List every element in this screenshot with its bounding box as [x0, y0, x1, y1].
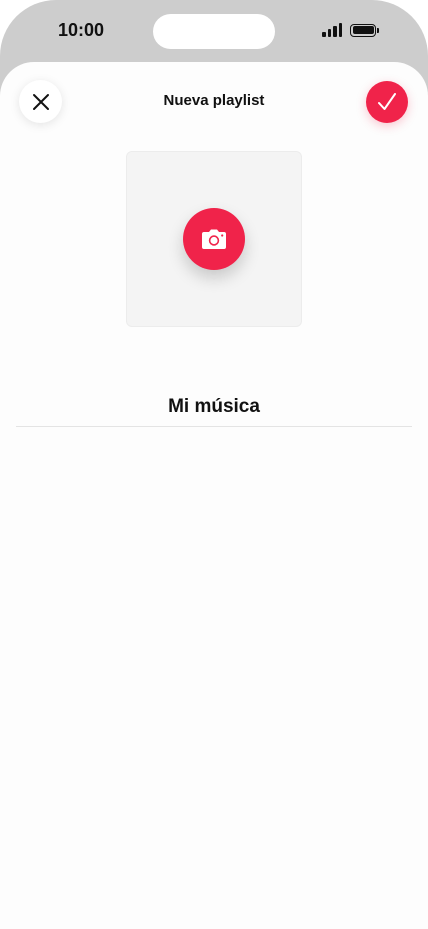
new-playlist-sheet: Nueva playlist [0, 62, 428, 929]
confirm-button[interactable] [366, 81, 408, 123]
playlist-cover[interactable] [126, 151, 302, 327]
page-title: Nueva playlist [163, 92, 265, 109]
battery-icon [350, 23, 379, 37]
phone-frame: 10:00 Nueva playlist [0, 0, 428, 929]
playlist-name-field[interactable] [16, 389, 412, 427]
status-time: 10:00 [58, 20, 105, 40]
playlist-name-input[interactable] [16, 389, 412, 425]
add-photo-button[interactable] [183, 208, 245, 270]
signal-icon [322, 23, 342, 37]
status-bar: 10:00 [0, 0, 428, 62]
checkmark-icon [378, 93, 396, 110]
dynamic-island [153, 14, 275, 49]
status-icons [322, 23, 379, 37]
camera-icon [202, 229, 226, 249]
